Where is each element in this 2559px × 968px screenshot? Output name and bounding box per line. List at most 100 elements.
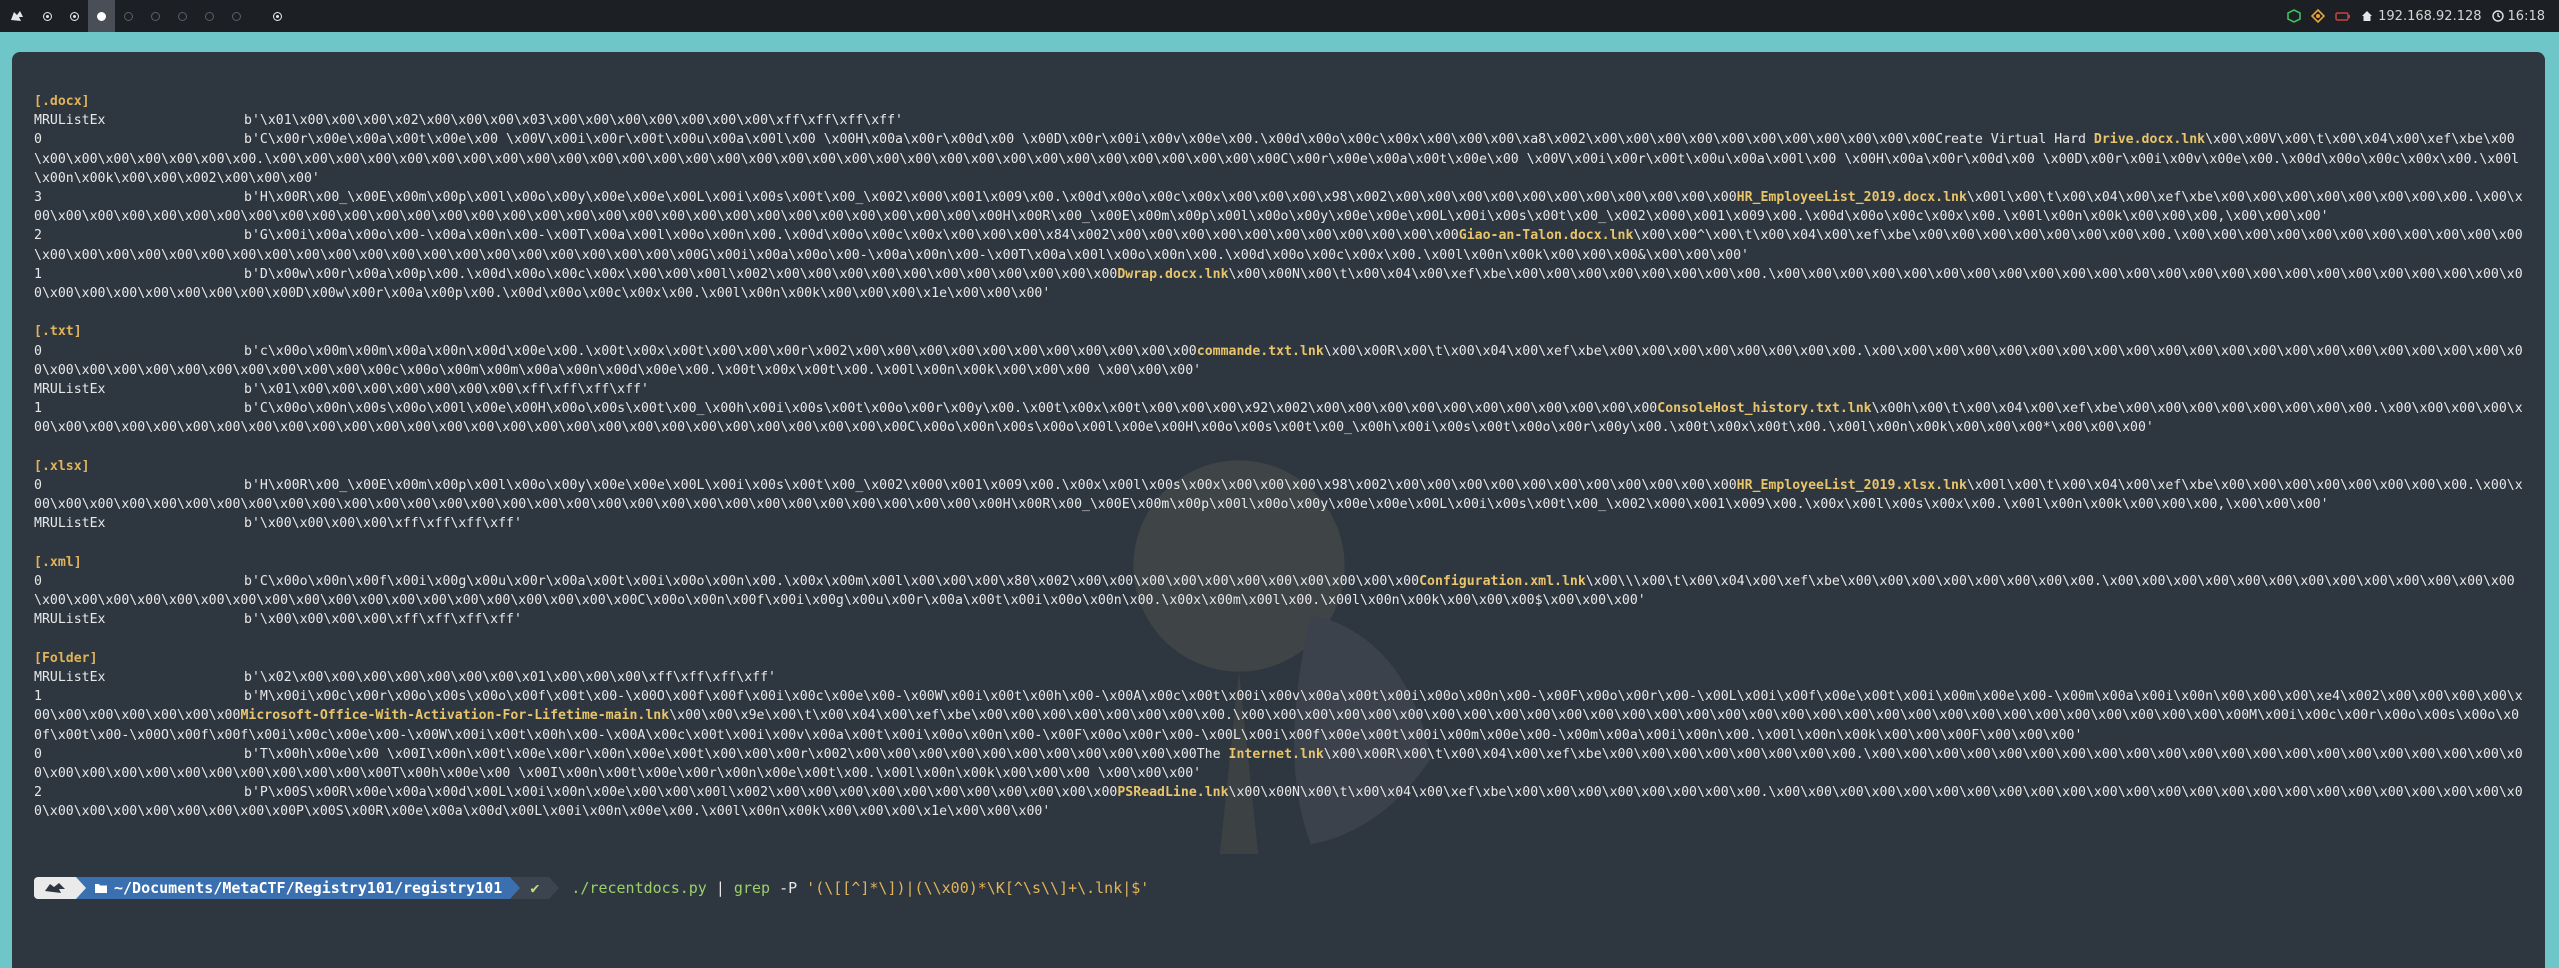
row-key: MRUListEx bbox=[34, 670, 106, 686]
output-row: 0 b'c\x00o\x00m\x00m\x00a\x00n\x00d\x00e\… bbox=[34, 342, 2523, 380]
home-icon bbox=[2362, 11, 2373, 21]
output-row: MRUListEx b'\x02\x00\x00\x00\x00\x00\x00\… bbox=[34, 668, 2523, 687]
shell-prompt: ~/Documents/MetaCTF/Registry101/registry… bbox=[34, 876, 1149, 900]
row-value: b'\x01\x00\x00\x00\x02\x00\x00\x00\x03\x… bbox=[244, 113, 903, 129]
row-key: 1 bbox=[34, 401, 42, 417]
row-value: b'H\x00R\x00_\x00E\x00m\x00p\x00l\x00o\x… bbox=[244, 478, 1737, 494]
workspace-dot-icon bbox=[124, 11, 133, 21]
workspace-dot-icon bbox=[43, 11, 52, 21]
row-value: b'G\x00i\x00a\x00o\x00-\x00a\x00n\x00-\x… bbox=[244, 228, 1459, 244]
clock-time: 16:18 bbox=[2507, 8, 2545, 24]
command-pipe: | bbox=[715, 879, 725, 897]
output-row: 1 b'D\x00w\x00r\x00a\x00p\x00.\x00d\x00o\… bbox=[34, 265, 2523, 303]
lnk-match: Internet.lnk bbox=[1228, 746, 1324, 762]
row-key: 0 bbox=[34, 746, 42, 762]
workspace-button-5[interactable] bbox=[142, 0, 169, 32]
row-key: 0 bbox=[34, 343, 42, 359]
row-value: b'H\x00R\x00_\x00E\x00m\x00p\x00l\x00o\x… bbox=[244, 190, 1737, 206]
row-value: b'C\x00o\x00n\x00s\x00o\x00l\x00e\x00H\x… bbox=[244, 401, 1658, 417]
lnk-match: PSReadLine.lnk bbox=[1117, 785, 1229, 801]
prompt-dir: registry101 bbox=[402, 879, 503, 897]
lnk-match: Configuration.xml.lnk bbox=[1419, 574, 1586, 590]
command-flag: -P bbox=[779, 879, 798, 897]
workspace-button-1[interactable] bbox=[34, 0, 61, 32]
row-key: MRUListEx bbox=[34, 113, 106, 129]
workspace-button-8[interactable] bbox=[223, 0, 250, 32]
prompt-separator bbox=[510, 877, 521, 899]
row-key: 0 bbox=[34, 478, 42, 494]
output-row: 0 b'C\x00o\x00n\x00f\x00i\x00g\x00u\x00r\… bbox=[34, 572, 2523, 610]
section-header: [Folder] bbox=[34, 650, 98, 666]
prompt-path: ~/Documents/MetaCTF/Registry101/ bbox=[114, 879, 403, 897]
lnk-match: Microsoft-Office-With-Activation-For-Lif… bbox=[240, 708, 670, 724]
command-line[interactable]: ./recentdocs.py | grep -P '(\[[^]*\])|(\… bbox=[571, 879, 1149, 897]
row-key: 0 bbox=[34, 132, 42, 148]
row-value: b'D\x00w\x00r\x00a\x00p\x00.\x00d\x00o\x… bbox=[244, 266, 1118, 282]
workspace-button-9[interactable] bbox=[264, 0, 291, 32]
row-value: b'\x00\x00\x00\x00\xff\xff\xff\xff' bbox=[244, 516, 522, 532]
row-value: b'C\x00r\x00e\x00a\x00t\x00e\x00 \x00V\x… bbox=[244, 132, 2094, 148]
row-value: b'\x00\x00\x00\x00\xff\xff\xff\xff' bbox=[244, 612, 522, 628]
row-key: 1 bbox=[34, 689, 42, 705]
section-header: [.docx] bbox=[34, 94, 90, 109]
output-row: 0 b'C\x00r\x00e\x00a\x00t\x00e\x00 \x00V\… bbox=[34, 130, 2523, 188]
lnk-match: ConsoleHost_history.txt.lnk bbox=[1657, 401, 1872, 417]
row-key: MRUListEx bbox=[34, 612, 106, 628]
prompt-status: ✔ bbox=[520, 877, 550, 899]
workspace-button-3[interactable] bbox=[88, 0, 115, 32]
row-key: 2 bbox=[34, 785, 42, 801]
top-bar: 192.168.92.128 16:18 bbox=[0, 0, 2559, 32]
kali-dragon-icon bbox=[45, 883, 65, 893]
lnk-match: HR_EmployeeList_2019.xlsx.lnk bbox=[1736, 478, 1967, 494]
row-value: b'c\x00o\x00m\x00m\x00a\x00n\x00d\x00e\x… bbox=[244, 343, 1197, 359]
clock-icon bbox=[2491, 10, 2504, 22]
row-key: MRUListEx bbox=[34, 382, 106, 398]
ip-indicator: 192.168.92.128 bbox=[2361, 9, 2482, 24]
row-key: 2 bbox=[34, 228, 42, 244]
workspace-dot-icon bbox=[205, 11, 214, 21]
kali-dragon-icon bbox=[11, 11, 23, 21]
output-row: 0 b'H\x00R\x00_\x00E\x00m\x00p\x00l\x00o\… bbox=[34, 476, 2523, 514]
output-row: 3 b'H\x00R\x00_\x00E\x00m\x00p\x00l\x00o\… bbox=[34, 188, 2523, 226]
command-grep: grep bbox=[733, 879, 771, 897]
output-row: MRUListEx b'\x00\x00\x00\x00\xff\xff\xff\… bbox=[34, 514, 2523, 533]
lnk-match: Giao-an-Talon.docx.lnk bbox=[1458, 228, 1634, 244]
workspace-dot-icon bbox=[151, 11, 160, 21]
command-name: ./recentdocs.py bbox=[571, 879, 707, 897]
row-value: b'T\x00h\x00e\x00 \x00I\x00n\x00t\x00e\x… bbox=[244, 746, 1229, 762]
output-row: 1 b'M\x00i\x00c\x00r\x00o\x00s\x00o\x00f\… bbox=[34, 687, 2523, 745]
package-icon bbox=[2287, 9, 2301, 23]
row-value: b'C\x00o\x00n\x00f\x00i\x00g\x00u\x00r\x… bbox=[244, 574, 1420, 590]
workspace-switcher bbox=[34, 0, 291, 32]
command-pattern: '(\[[^]*\])|(\\x00)*\K[^\s\\]+\.lnk|$' bbox=[806, 879, 1150, 897]
lnk-match: Dwrap.docx.lnk bbox=[1117, 266, 1229, 282]
prompt-os-segment bbox=[34, 877, 76, 899]
folder-icon bbox=[95, 884, 107, 893]
prompt-path-segment: ~/Documents/MetaCTF/Registry101/registry… bbox=[86, 877, 511, 899]
output-row: MRUListEx b'\x01\x00\x00\x00\x00\x00\x00\… bbox=[34, 380, 2523, 399]
prompt-separator bbox=[76, 877, 86, 899]
output-row: MRUListEx b'\x00\x00\x00\x00\xff\xff\xff\… bbox=[34, 610, 2523, 629]
output-row: MRUListEx b'\x01\x00\x00\x00\x02\x00\x00\… bbox=[34, 111, 2523, 130]
workspace-button-6[interactable] bbox=[169, 0, 196, 32]
row-value: b'\x02\x00\x00\x00\x00\x00\x00\x00\x01\x… bbox=[244, 670, 776, 686]
output-row: 0 b'T\x00h\x00e\x00 \x00I\x00n\x00t\x00e\… bbox=[34, 745, 2523, 783]
prompt-separator bbox=[549, 877, 560, 899]
section-header: [.txt] bbox=[34, 324, 82, 340]
workspace-dot-icon bbox=[232, 11, 241, 21]
output-row: 2 b'G\x00i\x00a\x00o\x00-\x00a\x00n\x00-\… bbox=[34, 226, 2523, 264]
workspace-button-7[interactable] bbox=[196, 0, 223, 32]
row-key: 0 bbox=[34, 574, 42, 590]
row-key: 3 bbox=[34, 190, 42, 206]
clock: 16:18 bbox=[2491, 8, 2545, 24]
workspace-button-4[interactable] bbox=[115, 0, 142, 32]
workspace-dot-icon bbox=[178, 11, 187, 21]
workspace-button-2[interactable] bbox=[61, 0, 88, 32]
terminal-window[interactable]: [.docx] MRUListEx b'\x01\x00\x00\x00\x02\x… bbox=[12, 52, 2545, 968]
app-launcher[interactable] bbox=[0, 0, 34, 32]
workspace-dot-icon bbox=[70, 11, 79, 21]
terminal-output: [.docx] MRUListEx b'\x01\x00\x00\x00\x02\x… bbox=[34, 92, 2523, 822]
